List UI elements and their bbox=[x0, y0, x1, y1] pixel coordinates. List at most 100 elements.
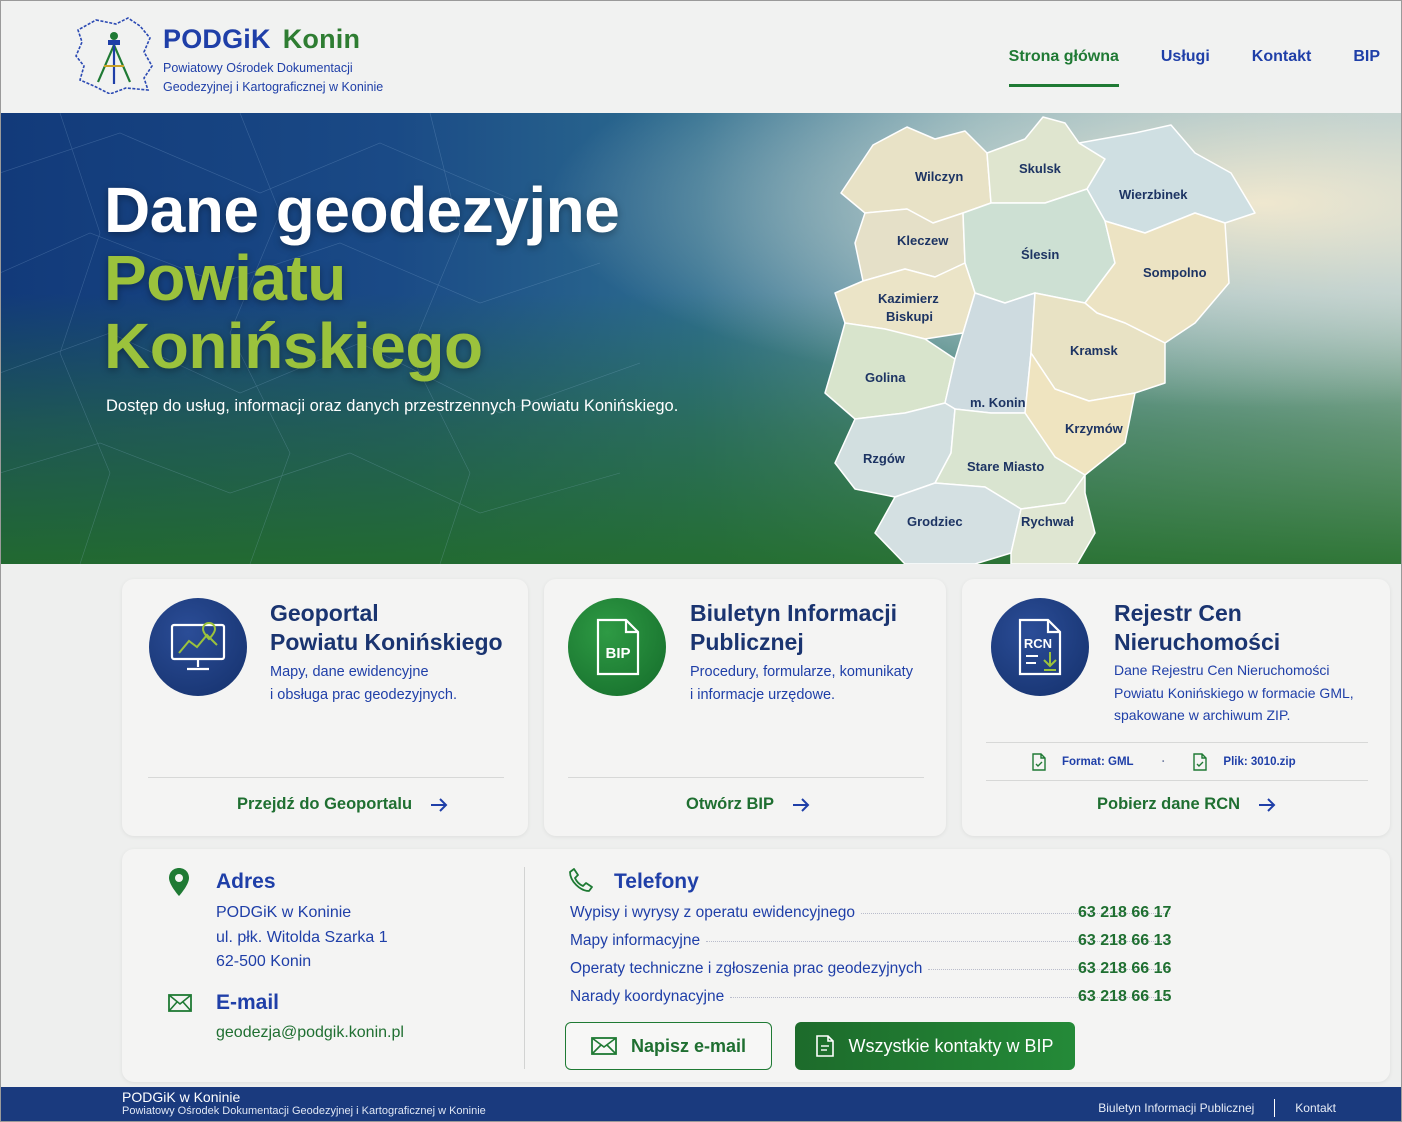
phone-label: Wypisy i wyrysy z operatu ewidencyjnego bbox=[570, 904, 856, 921]
card-separator bbox=[986, 742, 1368, 743]
map-region-slesin[interactable] bbox=[962, 188, 1116, 304]
envelope-icon bbox=[591, 1037, 617, 1055]
card-icon: BIP bbox=[568, 598, 666, 696]
hero-title-line3: Konińskiego bbox=[104, 310, 483, 382]
card-title-line: Rejestr Cen bbox=[1114, 600, 1242, 626]
phone-label: Narady koordynacyjne bbox=[570, 988, 725, 1005]
brand-name: PODGiK bbox=[163, 24, 271, 54]
phone-label: Mapy informacyjne bbox=[570, 932, 701, 949]
county-map[interactable]: Wilczyn Skulsk Wierzbinek Kleczew Ślesin… bbox=[815, 113, 1265, 564]
rcn-meta: Format: GML · Plik: 3010.zip bbox=[1032, 753, 1296, 771]
card-icon: RCN bbox=[991, 598, 1089, 696]
all-contacts-bip-button[interactable]: Wszystkie kontakty w BIP bbox=[795, 1022, 1075, 1070]
arrow-right-icon bbox=[793, 797, 810, 812]
nav-services[interactable]: Usługi bbox=[1161, 48, 1210, 88]
logo-icon[interactable] bbox=[74, 16, 154, 94]
hero-subtitle: Dostęp do usług, informacji oraz danych … bbox=[106, 397, 679, 415]
file-icon bbox=[1193, 753, 1208, 771]
nav-bip[interactable]: BIP bbox=[1353, 48, 1380, 88]
card-desc-line: i informacje urzędowe. bbox=[690, 687, 836, 703]
card-description: Mapy, dane ewidencyjne i obsługa prac ge… bbox=[270, 661, 457, 707]
card-title: Biuletyn Informacji Publicznej bbox=[690, 599, 897, 657]
phone-label: Operaty techniczne i zgłoszenia prac geo… bbox=[570, 960, 923, 977]
envelope-icon bbox=[168, 994, 192, 1012]
card-description: Dane Rejestru Cen Nieruchomości Powiatu … bbox=[1114, 659, 1354, 727]
arrow-right-icon bbox=[1259, 797, 1276, 812]
map-region-wierzbinek[interactable] bbox=[1078, 124, 1256, 234]
email-heading: E-mail bbox=[216, 991, 280, 1014]
main-nav: Strona główna Usługi Kontakt BIP bbox=[1008, 48, 1380, 88]
footer-links: Biuletyn Informacji Publicznej Kontakt bbox=[1098, 1099, 1336, 1117]
card-desc-line: Powiatu Konińskiego w formacie GML, bbox=[1114, 684, 1354, 701]
geoportal-link[interactable]: Przejdź do Geoportalu bbox=[237, 795, 448, 814]
map-label: Stare Miasto bbox=[967, 459, 1044, 474]
address-line: PODGiK w Koninie bbox=[216, 904, 352, 921]
file-icon bbox=[1032, 753, 1046, 771]
hero-title-line1: Dane geodezyjne bbox=[104, 174, 620, 246]
phones-heading: Telefony bbox=[614, 870, 699, 893]
map-label: Krzymów bbox=[1065, 421, 1124, 436]
footer-title: PODGiK w Koninie bbox=[122, 1089, 241, 1105]
map-label: Kleczew bbox=[897, 233, 949, 248]
footer-link-contact[interactable]: Kontakt bbox=[1295, 1101, 1336, 1115]
address-heading: Adres bbox=[216, 870, 276, 893]
nav-home[interactable]: Strona główna bbox=[1008, 48, 1120, 88]
map-label: Wilczyn bbox=[915, 169, 963, 184]
brand-city: Konin bbox=[282, 24, 361, 54]
site-footer: PODGiK w Koninie Powiatowy Ośrodek Dokum… bbox=[0, 1087, 1402, 1122]
write-email-button[interactable]: Napisz e-mail bbox=[565, 1022, 772, 1070]
card-icon bbox=[149, 598, 247, 696]
map-label: Skulsk bbox=[1019, 161, 1062, 176]
bip-icon-text: BIP bbox=[605, 645, 630, 662]
card-title: Rejestr Cen Nieruchomości bbox=[1114, 599, 1280, 657]
phone-number[interactable]: 63 218 66 17 bbox=[1078, 904, 1171, 922]
map-label: m. Konin bbox=[970, 395, 1026, 410]
button-label: Wszystkie kontakty w BIP bbox=[848, 1035, 1054, 1056]
rcn-download-icon: RCN bbox=[1018, 618, 1062, 676]
email-link[interactable]: geodezja@podgik.konin.pl bbox=[216, 1024, 404, 1042]
link-label: Pobierz dane RCN bbox=[1097, 795, 1241, 813]
card-title: Geoportal Powiatu Konińskiego bbox=[270, 599, 503, 657]
brand-subtitle: Powiatowy Ośrodek Dokumentacji Geodezyjn… bbox=[163, 59, 383, 97]
footer-subtitle: Powiatowy Ośrodek Dokumentacji Geodezyjn… bbox=[122, 1105, 486, 1117]
document-icon bbox=[816, 1035, 835, 1057]
site-header: PODGiK Konin Powiatowy Ośrodek Dokumentac… bbox=[0, 0, 1402, 113]
hero-title-line2: Powiatu bbox=[104, 242, 346, 314]
map-label: Kramsk bbox=[1070, 343, 1118, 358]
map-label: Ślesin bbox=[1021, 247, 1059, 262]
card-description: Procedury, formularze, komunikaty i info… bbox=[690, 661, 913, 707]
meta-file: Plik: 3010.zip bbox=[1223, 756, 1296, 768]
contact-section: Adres PODGiK w Koninie ul. płk. Witolda … bbox=[122, 849, 1390, 1082]
card-desc-line: Dane Rejestru Cen Nieruchomości bbox=[1114, 662, 1330, 678]
map-label: Kazimierz bbox=[878, 291, 939, 306]
phone-number[interactable]: 63 218 66 16 bbox=[1078, 960, 1171, 978]
map-label: Biskupi bbox=[886, 309, 933, 324]
nav-contact[interactable]: Kontakt bbox=[1252, 48, 1312, 88]
card-separator bbox=[986, 780, 1368, 781]
card-bip: BIP Biuletyn Informacji Publicznej Proce… bbox=[544, 579, 946, 836]
monitor-map-icon bbox=[170, 621, 226, 671]
phone-number[interactable]: 63 218 66 15 bbox=[1078, 988, 1171, 1006]
arrow-right-icon bbox=[431, 797, 448, 812]
button-label: Napisz e-mail bbox=[630, 1035, 747, 1056]
map-label: Golina bbox=[865, 370, 906, 385]
address-line: 62-500 Konin bbox=[216, 953, 312, 970]
link-label: Otwórz BIP bbox=[686, 795, 775, 813]
card-title-line: Biuletyn Informacji bbox=[690, 600, 898, 626]
card-desc-line: Procedury, formularze, komunikaty bbox=[690, 664, 913, 680]
hero-banner: Dane geodezyjne Powiatu Konińskiego Dost… bbox=[0, 113, 1402, 564]
card-title-line: Publicznej bbox=[690, 629, 804, 655]
card-separator bbox=[568, 777, 924, 778]
card-desc-line: i obsługa prac geodezyjnych. bbox=[270, 687, 458, 703]
card-title-line: Geoportal bbox=[270, 600, 379, 626]
bip-document-icon: BIP bbox=[596, 618, 640, 676]
address-line: ul. płk. Witolda Szarka 1 bbox=[216, 929, 388, 946]
map-label: Rzgów bbox=[863, 451, 906, 466]
brand-title[interactable]: PODGiK Konin bbox=[163, 24, 360, 55]
bip-link[interactable]: Otwórz BIP bbox=[686, 795, 810, 814]
rcn-download-link[interactable]: Pobierz dane RCN bbox=[1097, 795, 1276, 814]
footer-link-bip[interactable]: Biuletyn Informacji Publicznej bbox=[1098, 1101, 1254, 1115]
phone-number[interactable]: 63 218 66 13 bbox=[1078, 932, 1171, 950]
hero-title: Dane geodezyjne Powiatu Konińskiego bbox=[104, 174, 620, 382]
location-pin-icon bbox=[169, 868, 189, 896]
